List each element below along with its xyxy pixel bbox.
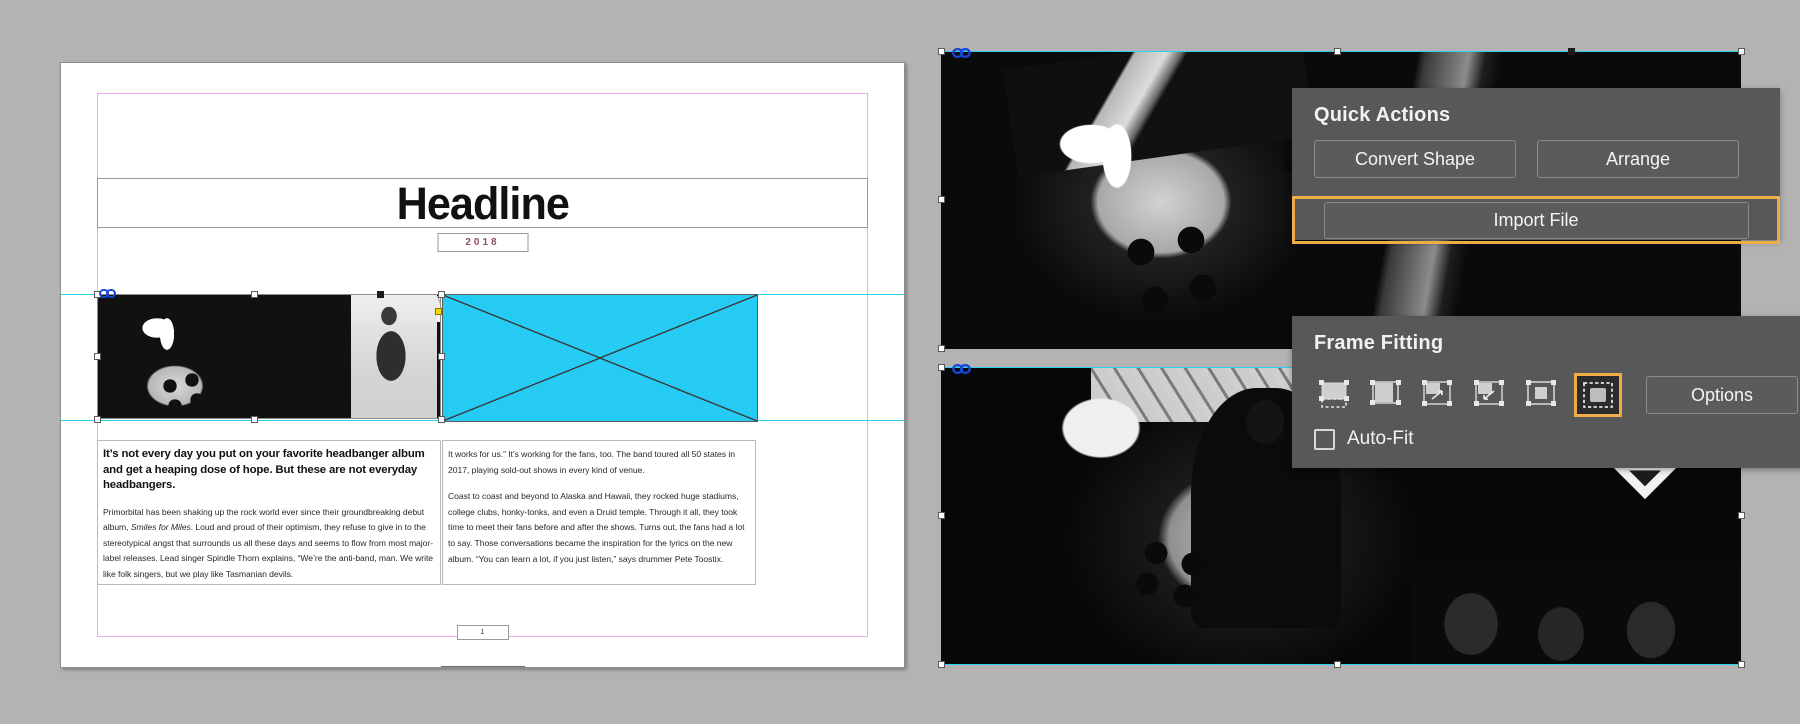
body-paragraph-right-1: It works for us.” It’s working for the f… xyxy=(448,449,735,475)
arrange-button[interactable]: Arrange xyxy=(1537,140,1739,178)
album-title: Smiles for Miles xyxy=(130,522,191,533)
top-photo-handle-tr[interactable] xyxy=(1738,48,1745,55)
lede-paragraph: It’s not every day you put on your favor… xyxy=(103,448,425,491)
performer-figure xyxy=(351,294,437,419)
year-label: 2018 xyxy=(465,237,500,248)
placed-image-frame[interactable] xyxy=(97,294,441,419)
page-number-label: 1 xyxy=(480,629,485,636)
handle-middle-left[interactable] xyxy=(94,353,101,360)
guitar-photo xyxy=(97,294,441,419)
link-chain-icon xyxy=(99,286,117,298)
frame-fitting-panel: Frame Fitting Options Auto-Fit xyxy=(1292,316,1800,468)
empty-graphic-frame[interactable] xyxy=(442,294,758,422)
handle-bottom-center[interactable] xyxy=(251,416,258,423)
auto-fit-checkbox[interactable] xyxy=(1314,428,1335,450)
bottom-photo-handle-bl[interactable] xyxy=(938,661,945,668)
top-photo-handle-tc[interactable] xyxy=(1334,48,1341,55)
photo-shadow-region xyxy=(1441,52,1741,84)
year-text-frame[interactable]: 2018 xyxy=(437,233,528,252)
frame-fitting-title: Frame Fitting xyxy=(1314,332,1444,354)
placeholder-diagonal-2 xyxy=(443,295,757,421)
body-paragraph-left: Primorbital has been shaking up the rock… xyxy=(103,505,435,583)
bottom-photo-handle-tl[interactable] xyxy=(938,364,945,371)
stage-truss-detail xyxy=(371,296,441,322)
fit-frame-to-content-icon[interactable] xyxy=(1366,377,1406,413)
quick-actions-title: Quick Actions xyxy=(1314,104,1451,126)
text-frame-left[interactable]: It’s not every day you put on your favor… xyxy=(97,440,441,585)
auto-fit-row[interactable]: Auto-Fit xyxy=(1314,428,1414,450)
bottom-photo-handle-br[interactable] xyxy=(1738,661,1745,668)
handle-top-center[interactable] xyxy=(251,291,258,298)
body-paragraph-right-2: Coast to coast and beyond to Alaska and … xyxy=(448,491,745,564)
corner-radius-handle[interactable] xyxy=(435,308,442,315)
handle-top-anchor[interactable] xyxy=(377,291,384,298)
link-chain-icon-top xyxy=(952,46,971,59)
import-file-button[interactable]: Import File xyxy=(1323,201,1749,239)
center-content-icon[interactable] xyxy=(1522,377,1562,413)
guitar-neck-detail xyxy=(1003,52,1316,177)
bottom-photo-handle-mr[interactable] xyxy=(1738,512,1745,519)
quick-actions-button-row: Convert Shape Arrange xyxy=(1314,140,1739,178)
handle-top-right[interactable] xyxy=(438,291,445,298)
frame-fitting-icon-row: Options xyxy=(1314,373,1798,417)
quick-actions-panel: Quick Actions Convert Shape Arrange Impo… xyxy=(1292,88,1780,244)
top-photo-handle-anchor[interactable] xyxy=(1568,48,1575,55)
bottom-photo-handle-ml[interactable] xyxy=(938,512,945,519)
handle-middle-right[interactable] xyxy=(438,353,445,360)
top-photo-handle-tl[interactable] xyxy=(938,48,945,55)
top-photo-handle-ml[interactable] xyxy=(938,196,945,203)
headline-text-frame[interactable]: Headline xyxy=(97,178,868,228)
document-page[interactable]: Headline 2018 It’s not every day you put… xyxy=(60,62,905,668)
link-chain-icon-bottom xyxy=(952,362,971,375)
handle-bottom-left[interactable] xyxy=(94,416,101,423)
app-canvas: Headline 2018 It’s not every day you put… xyxy=(0,0,1800,724)
text-frame-right[interactable]: It works for us.” It’s working for the f… xyxy=(442,440,756,585)
page-tab-handle[interactable] xyxy=(440,666,525,667)
import-file-highlight: Import File xyxy=(1292,196,1780,244)
fit-content-to-frame-icon[interactable] xyxy=(1314,377,1354,413)
auto-fit-label: Auto-Fit xyxy=(1347,428,1414,449)
fill-frame-proportionally-icon[interactable] xyxy=(1470,377,1510,413)
top-photo-selection-top xyxy=(941,51,1741,52)
crowd-region xyxy=(1411,514,1741,664)
top-photo-handle-bl[interactable] xyxy=(938,345,945,352)
content-aware-fit-icon[interactable] xyxy=(1574,373,1622,417)
fit-content-proportionally-icon[interactable] xyxy=(1418,377,1458,413)
bottom-photo-selection-bottom xyxy=(941,664,1741,665)
frame-fitting-options-button[interactable]: Options xyxy=(1646,376,1798,414)
page-number-frame[interactable]: 1 xyxy=(456,625,509,640)
convert-shape-button[interactable]: Convert Shape xyxy=(1314,140,1516,178)
page-title: Headline xyxy=(396,177,569,229)
handle-bottom-right[interactable] xyxy=(438,416,445,423)
bottom-photo-handle-bc[interactable] xyxy=(1334,661,1341,668)
